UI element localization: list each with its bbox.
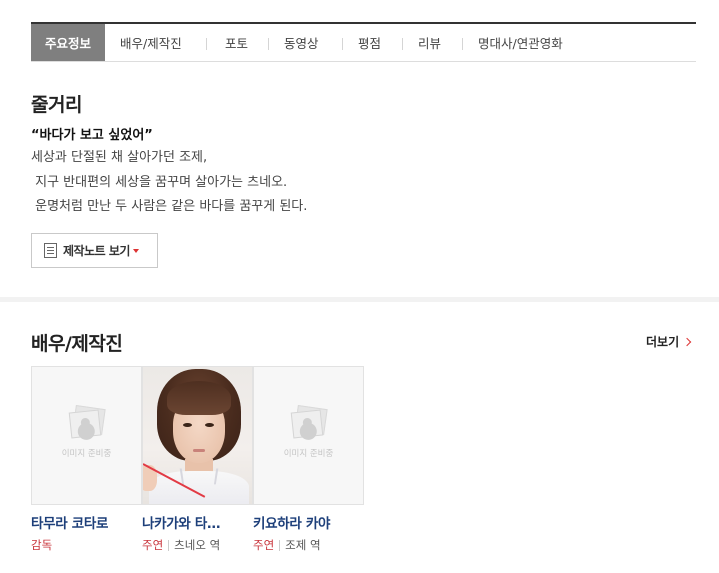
cast-more-link[interactable]: 더보기 [646, 333, 692, 350]
tab-photo[interactable]: 포토 [207, 24, 270, 61]
image-placeholder: 이미지 준비중 [254, 405, 363, 459]
tab-video[interactable]: 동영상 [269, 24, 344, 61]
cast-thumbnail: 이미지 준비중 [31, 366, 142, 505]
tab-main-info[interactable]: 주요정보 [31, 24, 106, 61]
placeholder-text: 이미지 준비중 [61, 449, 112, 459]
cast-role-line: 주연 츠네오 역 [142, 537, 253, 553]
synopsis-tagline: “바다가 보고 싶었어” [31, 128, 153, 143]
tab-cast-crew[interactable]: 배우/제작진 [105, 24, 208, 61]
cast-card[interactable]: 나카가와 타… 주연 츠네오 역 [142, 366, 253, 553]
cast-name[interactable]: 타무라 코타로 [31, 512, 142, 532]
production-note-button[interactable]: 제작노트 보기 [31, 233, 158, 268]
tab-bar: 주요정보 배우/제작진 포토 동영상 평점 리뷰 명대사/연관영화 [31, 22, 696, 62]
cast-character: 츠네오 역 [174, 538, 221, 552]
cast-role-line: 주연 조제 역 [253, 537, 364, 553]
cast-role: 감독 [31, 538, 53, 552]
person-photo-icon [68, 405, 106, 439]
synopsis-text: 세상과 단절된 채 살아가던 조제, 지구 반대편의 세상을 꿈꾸며 살아가는 … [31, 150, 308, 214]
cast-character: 조제 역 [285, 538, 321, 552]
chevron-right-icon [682, 337, 692, 346]
cast-card[interactable]: 이미지 준비중 타무라 코타로 감독 [31, 366, 142, 553]
tab-rating[interactable]: 평점 [343, 24, 404, 61]
production-note-label: 제작노트 보기 [63, 244, 130, 258]
cast-name[interactable]: 키요하라 카야 [253, 512, 364, 532]
cast-thumbnail [142, 366, 253, 505]
image-placeholder: 이미지 준비중 [32, 405, 141, 459]
person-photo-icon [290, 405, 328, 439]
role-separator [168, 539, 170, 551]
tab-review[interactable]: 리뷰 [403, 24, 464, 61]
more-label: 더보기 [646, 335, 680, 349]
cast-role-line: 감독 [31, 537, 142, 553]
section-divider [0, 297, 719, 302]
tab-quotes-related[interactable]: 명대사/연관영화 [463, 24, 563, 61]
cast-list: 이미지 준비중 타무라 코타로 감독 나카가와 타… 주연 츠네오 역 이미지 … [31, 366, 364, 553]
synopsis-heading: 줄거리 [31, 94, 82, 116]
document-icon [44, 243, 57, 258]
actor-photo [143, 367, 252, 504]
cast-role: 주연 [142, 538, 164, 552]
cast-thumbnail: 이미지 준비중 [253, 366, 364, 505]
role-separator [279, 539, 281, 551]
cast-role: 주연 [253, 538, 275, 552]
caret-down-icon [132, 248, 139, 253]
cast-heading: 배우/제작진 [31, 333, 123, 355]
cast-card[interactable]: 이미지 준비중 키요하라 카야 주연 조제 역 [253, 366, 364, 553]
cast-name[interactable]: 나카가와 타… [142, 512, 253, 532]
placeholder-text: 이미지 준비중 [283, 449, 334, 459]
